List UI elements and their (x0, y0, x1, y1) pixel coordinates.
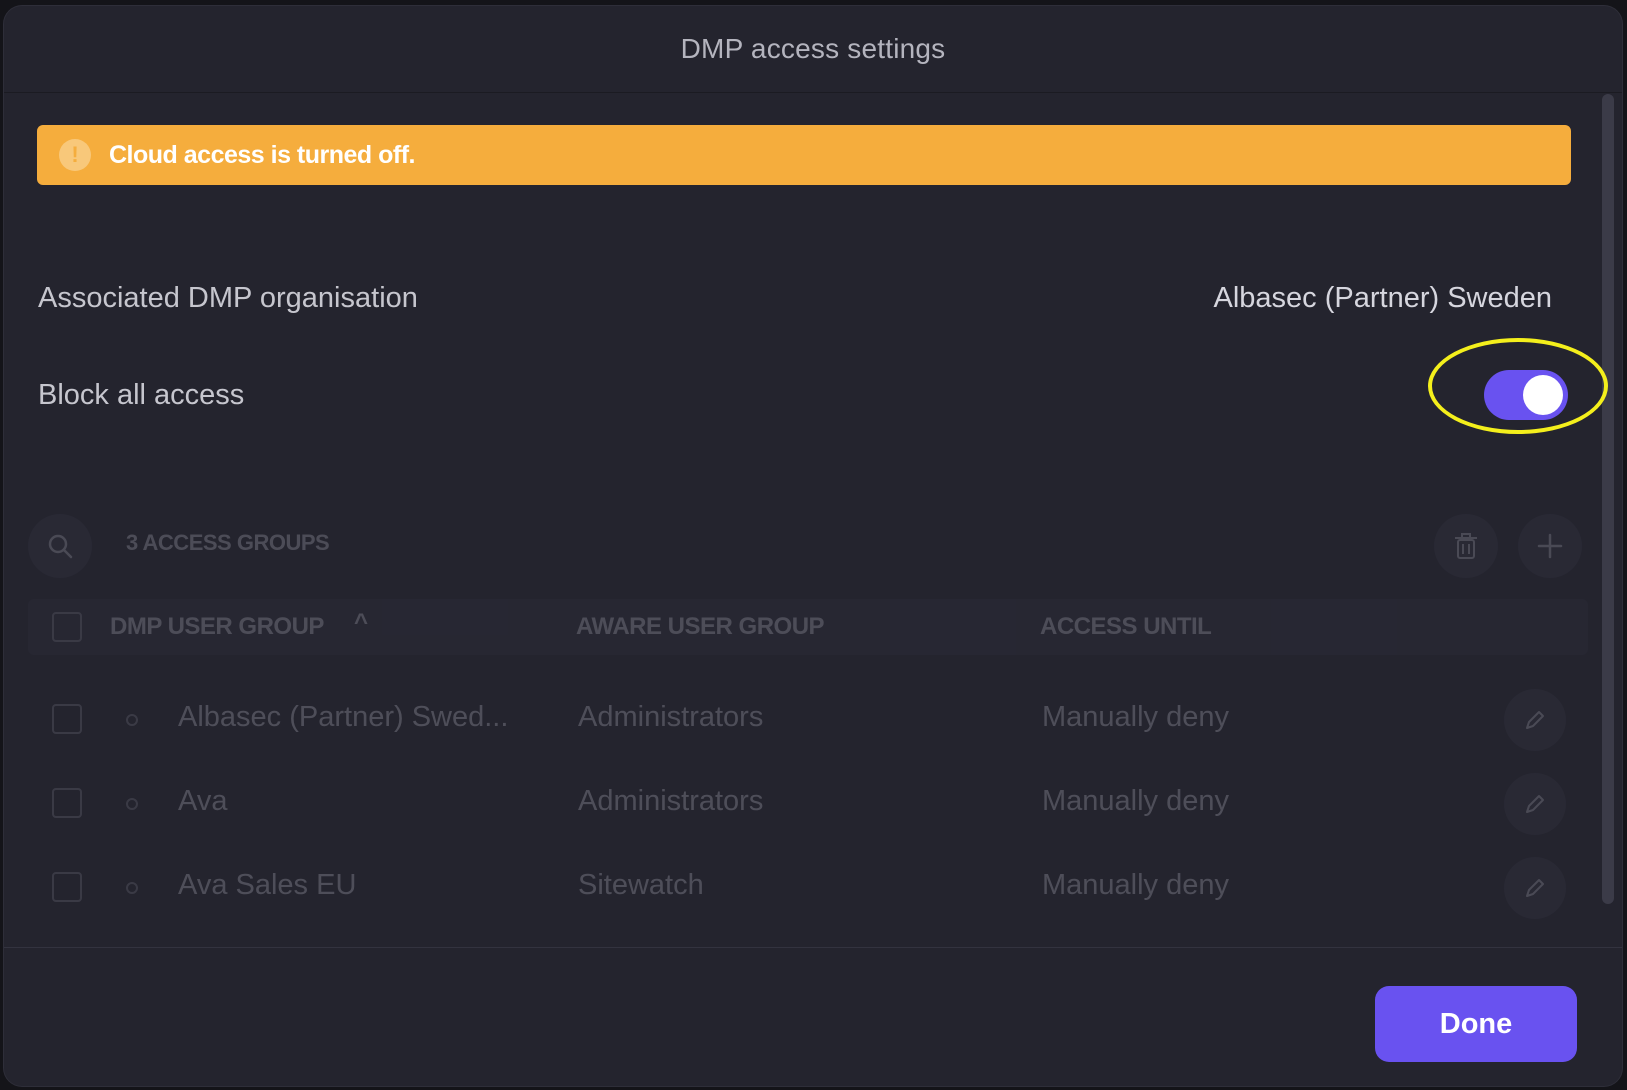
dmp-group-cell: Ava Sales EU (178, 869, 357, 901)
pencil-icon (1526, 795, 1544, 813)
access-groups-toolbar: 3 ACCESS GROUPS (28, 511, 1588, 581)
exclamation-icon: ! (59, 139, 91, 171)
column-header-aware-user-group[interactable]: AWARE USER GROUP (576, 613, 825, 641)
column-header-dmp-user-group[interactable]: DMP USER GROUP (110, 613, 324, 641)
access-groups-count: 3 ACCESS GROUPS (126, 530, 330, 555)
cloud-access-alert: ! Cloud access is turned off. (37, 125, 1571, 185)
select-all-checkbox[interactable] (52, 612, 82, 642)
edit-row-button[interactable] (1504, 689, 1566, 751)
status-indicator (126, 882, 138, 894)
toggle-knob (1523, 375, 1563, 415)
aware-group-cell: Sitewatch (578, 869, 704, 901)
status-indicator (126, 714, 138, 726)
dmp-group-cell: Albasec (Partner) Swed... (178, 701, 509, 733)
access-settings-dialog: DMP access settings ! Cloud access is tu… (4, 6, 1622, 1086)
org-label: Associated DMP organisation (38, 282, 418, 314)
edit-row-button[interactable] (1504, 773, 1566, 835)
search-icon (48, 534, 73, 559)
org-value: Albasec (Partner) Sweden (1213, 282, 1553, 314)
block-all-access-toggle[interactable] (1484, 370, 1568, 420)
vertical-scrollbar[interactable] (1602, 94, 1614, 904)
sort-ascending-icon[interactable]: ^ (354, 609, 368, 637)
delete-button[interactable] (1434, 514, 1498, 578)
access-groups-section: 3 ACCESS GROUPS DMP USER GROUP ^ AWARE U… (28, 511, 1588, 919)
dmp-group-cell: Ava (178, 785, 228, 817)
block-access-label: Block all access (38, 379, 245, 411)
alert-text: Cloud access is turned off. (109, 140, 416, 169)
table-row[interactable]: Albasec (Partner) Swed... Administrators… (28, 679, 1588, 759)
edit-row-button[interactable] (1504, 857, 1566, 919)
row-checkbox[interactable] (52, 704, 82, 734)
table-row[interactable]: Ava Administrators Manually deny (28, 763, 1588, 843)
column-header-access-until[interactable]: ACCESS UNTIL (1040, 613, 1212, 641)
aware-group-cell: Administrators (578, 701, 764, 733)
dialog-footer: Done (4, 947, 1622, 1086)
row-checkbox[interactable] (52, 788, 82, 818)
pencil-icon (1526, 711, 1544, 729)
done-button[interactable]: Done (1375, 986, 1577, 1062)
search-button[interactable] (28, 514, 92, 578)
pencil-icon (1526, 879, 1544, 897)
aware-group-cell: Administrators (578, 785, 764, 817)
add-button[interactable] (1518, 514, 1582, 578)
table-row[interactable]: Ava Sales EU Sitewatch Manually deny (28, 847, 1588, 927)
access-until-cell: Manually deny (1042, 785, 1229, 817)
access-until-cell: Manually deny (1042, 701, 1229, 733)
dialog-title: DMP access settings (680, 33, 946, 64)
access-until-cell: Manually deny (1042, 869, 1229, 901)
row-checkbox[interactable] (52, 872, 82, 902)
plus-icon (1537, 533, 1563, 559)
table-header: DMP USER GROUP ^ AWARE USER GROUP ACCESS… (28, 599, 1588, 655)
status-indicator (126, 798, 138, 810)
dialog-header: DMP access settings (4, 6, 1622, 93)
trash-icon (1455, 533, 1477, 559)
